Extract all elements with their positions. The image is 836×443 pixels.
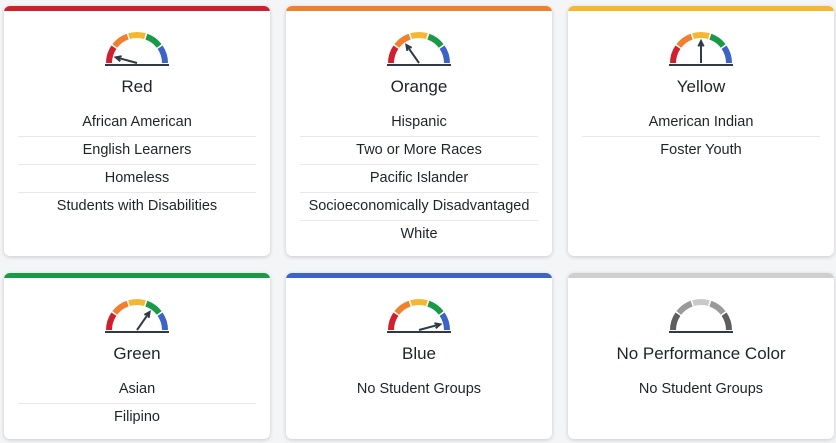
gauge-seg-5 xyxy=(439,45,450,64)
list-item: Foster Youth xyxy=(660,142,742,158)
student-group-list: No Student Groups xyxy=(582,376,820,403)
student-group-list: African American English Learners Homele… xyxy=(18,109,256,220)
gauge-blue-icon xyxy=(387,299,451,333)
card-color-bar xyxy=(286,273,552,278)
gauge-seg-3 xyxy=(410,32,428,40)
card-red: Red African American English Learners Ho… xyxy=(4,6,270,256)
gauge-seg-1 xyxy=(106,312,117,331)
gauge-seg-4 xyxy=(427,33,444,48)
student-group-list: Hispanic Two or More Races Pacific Islan… xyxy=(300,109,538,248)
card-green: Green Asian Filipino xyxy=(4,273,270,439)
gauge-seg-5 xyxy=(157,45,168,64)
gauge-seg-5 xyxy=(157,312,168,331)
student-group-list: American Indian Foster Youth xyxy=(582,109,820,164)
gauge-seg-3 xyxy=(692,32,710,40)
gauge-green-icon xyxy=(105,299,169,333)
gauge-red-icon xyxy=(105,32,169,66)
list-item: No Student Groups xyxy=(638,381,764,397)
gauge-seg-2 xyxy=(676,300,693,315)
card-title: Blue xyxy=(401,344,437,363)
gauge-seg-1 xyxy=(106,45,117,64)
gauge-seg-4 xyxy=(427,300,444,315)
gauge-needle xyxy=(405,44,420,64)
list-item: Filipino xyxy=(114,409,160,425)
card-color-bar xyxy=(4,273,270,278)
list-item: Asian xyxy=(18,376,256,404)
list-item: Hispanic xyxy=(300,109,538,137)
gauge-seg-3 xyxy=(692,299,710,307)
gauge-none-icon xyxy=(669,299,733,333)
gauge-seg-5 xyxy=(721,312,732,331)
card-no-performance-color: No Performance Color No Student Groups xyxy=(568,273,834,439)
list-item: No Student Groups xyxy=(356,381,482,397)
card-color-bar xyxy=(568,273,834,278)
gauge-seg-3 xyxy=(128,299,146,307)
gauge-seg-4 xyxy=(145,33,162,48)
gauge-seg-3 xyxy=(128,32,146,40)
gauge-seg-2 xyxy=(112,300,129,315)
gauge-seg-2 xyxy=(676,33,693,48)
gauge-seg-5 xyxy=(721,45,732,64)
list-item: White xyxy=(400,226,438,242)
card-title: Green xyxy=(113,344,161,363)
card-title: Yellow xyxy=(676,77,726,96)
gauge-seg-5 xyxy=(439,312,450,331)
performance-color-grid: Red African American English Learners Ho… xyxy=(0,0,836,443)
list-item: Two or More Races xyxy=(300,137,538,165)
list-item: Pacific Islander xyxy=(300,165,538,193)
gauge-seg-1 xyxy=(670,45,681,64)
card-color-bar xyxy=(568,6,834,11)
student-group-list: No Student Groups xyxy=(300,376,538,403)
gauge-seg-4 xyxy=(709,300,726,315)
list-item: Students with Disabilities xyxy=(56,198,218,214)
list-item: English Learners xyxy=(18,137,256,165)
gauge-seg-2 xyxy=(394,33,411,48)
gauge-needle xyxy=(136,311,151,331)
card-yellow: Yellow American Indian Foster Youth xyxy=(568,6,834,256)
gauge-seg-4 xyxy=(709,33,726,48)
gauge-seg-1 xyxy=(388,45,399,64)
gauge-seg-2 xyxy=(394,300,411,315)
list-item: Homeless xyxy=(18,165,256,193)
gauge-yellow-icon xyxy=(669,32,733,66)
gauge-seg-3 xyxy=(410,299,428,307)
card-blue: Blue No Student Groups xyxy=(286,273,552,439)
student-group-list: Asian Filipino xyxy=(18,376,256,431)
gauge-seg-1 xyxy=(388,312,399,331)
gauge-seg-2 xyxy=(112,33,129,48)
card-orange: Orange Hispanic Two or More Races Pacifi… xyxy=(286,6,552,256)
list-item: African American xyxy=(18,109,256,137)
gauge-seg-4 xyxy=(145,300,162,315)
card-title: Orange xyxy=(390,77,448,96)
card-color-bar xyxy=(286,6,552,11)
list-item: American Indian xyxy=(582,109,820,137)
card-title: No Performance Color xyxy=(616,344,786,363)
card-title: Red xyxy=(121,77,153,96)
list-item: Socioeconomically Disadvantaged xyxy=(300,193,538,221)
gauge-orange-icon xyxy=(387,32,451,66)
card-color-bar xyxy=(4,6,270,11)
gauge-seg-1 xyxy=(670,312,681,331)
